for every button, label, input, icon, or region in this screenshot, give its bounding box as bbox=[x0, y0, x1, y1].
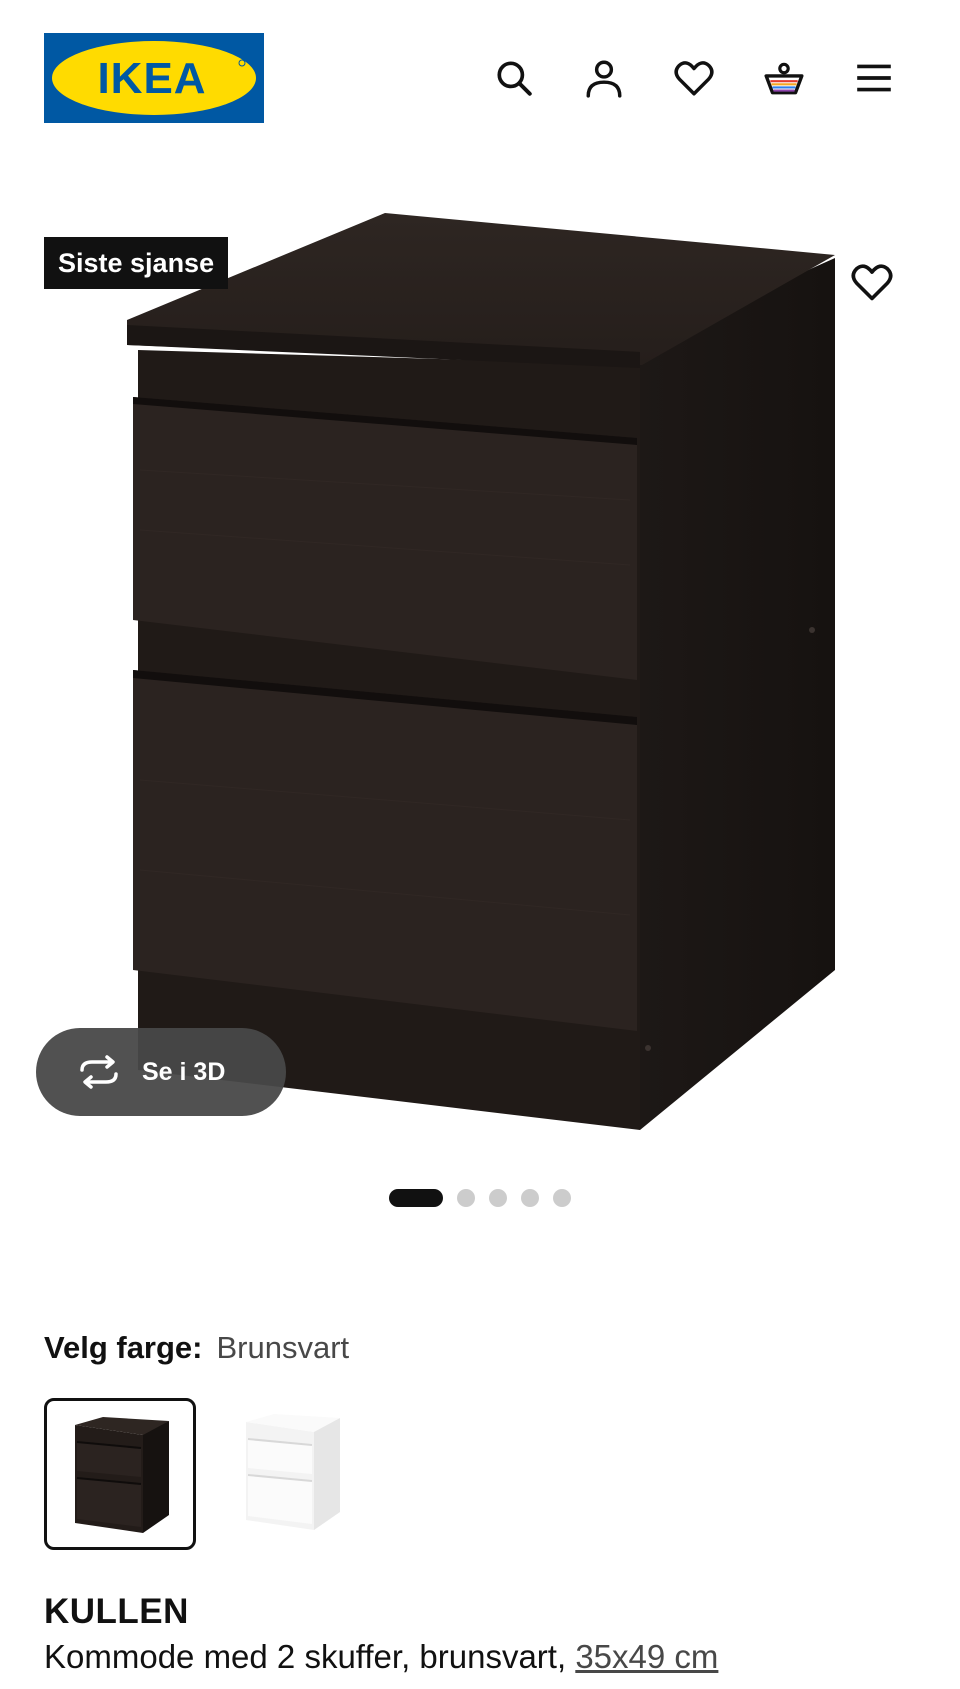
ikea-logo[interactable]: IKEA bbox=[44, 33, 264, 123]
carousel-indicator bbox=[0, 1188, 960, 1208]
last-chance-badge: Siste sjanse bbox=[44, 237, 229, 289]
heart-icon bbox=[851, 264, 893, 301]
view-in-3d-button[interactable]: Se i 3D bbox=[36, 1028, 286, 1116]
carousel-dot[interactable] bbox=[553, 1189, 571, 1207]
carousel-dot[interactable] bbox=[457, 1189, 475, 1207]
basket-icon[interactable] bbox=[756, 50, 812, 106]
carousel-dot[interactable] bbox=[389, 1189, 443, 1207]
product-description: Kommode med 2 skuffer, brunsvart, 35x49 … bbox=[44, 1638, 718, 1676]
carousel-dot[interactable] bbox=[521, 1189, 539, 1207]
top-header: IKEA bbox=[0, 0, 960, 150]
color-selector-label: Velg farge: Brunsvart bbox=[44, 1330, 349, 1366]
product-description-text: Kommode med 2 skuffer, brunsvart, bbox=[44, 1638, 576, 1675]
color-swatch-white[interactable] bbox=[218, 1398, 370, 1550]
svg-text:IKEA: IKEA bbox=[97, 54, 206, 103]
product-size-link[interactable]: 35x49 cm bbox=[575, 1638, 718, 1675]
product-image[interactable] bbox=[0, 180, 960, 1160]
menu-icon[interactable] bbox=[846, 50, 902, 106]
heart-icon[interactable] bbox=[666, 50, 722, 106]
carousel-dot[interactable] bbox=[489, 1189, 507, 1207]
product-name: KULLEN bbox=[44, 1592, 189, 1631]
dresser-thumbnail-dark bbox=[75, 1417, 169, 1533]
selected-color-value: Brunsvart bbox=[216, 1330, 350, 1365]
search-icon[interactable] bbox=[486, 50, 542, 106]
color-swatch-brownblack[interactable] bbox=[44, 1398, 196, 1550]
user-icon[interactable] bbox=[576, 50, 632, 106]
view-in-3d-label: Se i 3D bbox=[142, 1057, 226, 1086]
add-to-favorites-button[interactable] bbox=[840, 250, 904, 314]
rotate-3d-icon bbox=[80, 1055, 118, 1089]
color-label: Velg farge: bbox=[44, 1330, 203, 1365]
dresser-thumbnail-white bbox=[246, 1414, 340, 1530]
